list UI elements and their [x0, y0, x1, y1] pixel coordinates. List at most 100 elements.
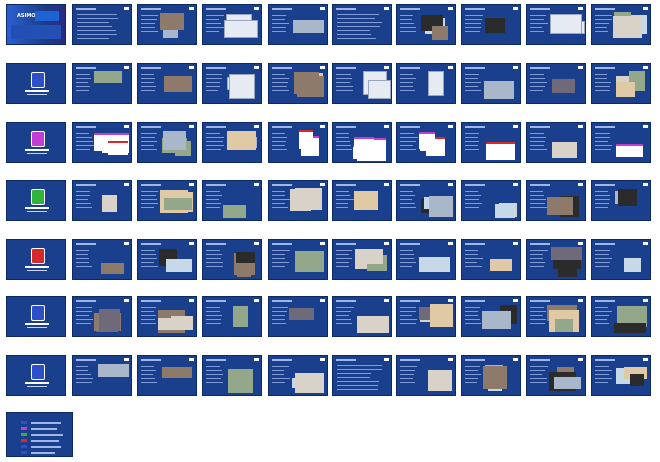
slide-thumbnail[interactable]: [591, 122, 651, 163]
slide-thumbnail[interactable]: [137, 4, 197, 45]
slide-logo-image: [354, 137, 374, 158]
slide-text-line: [76, 78, 91, 79]
slide-thumbnail[interactable]: [268, 180, 328, 221]
slide-photo: [102, 195, 117, 212]
slide-thumbnail[interactable]: [268, 296, 328, 337]
slide-thumbnail[interactable]: [137, 63, 197, 104]
slide-text-line: [400, 141, 416, 142]
slide-cover[interactable]: ASIMO: [6, 4, 66, 45]
slide-thumbnail[interactable]: [526, 122, 586, 163]
slide-thumbnail[interactable]: [526, 63, 586, 104]
section-slide-3[interactable]: [6, 180, 66, 221]
slide-thumbnail[interactable]: [591, 4, 651, 45]
slide-thumbnail[interactable]: [137, 180, 197, 221]
slide-text-line: [272, 254, 285, 255]
section-icon: [31, 72, 45, 88]
slide-thumbnail[interactable]: [461, 4, 521, 45]
slide-thumbnail[interactable]: [396, 180, 456, 221]
slide-thumbnail[interactable]: [332, 122, 392, 163]
slide-thumbnail[interactable]: [396, 239, 456, 280]
slide-thumbnail[interactable]: [396, 4, 456, 45]
slide-text-line: [272, 141, 286, 142]
slide-text-line: [465, 374, 481, 375]
slide-thumbnail[interactable]: [591, 239, 651, 280]
slide-corner-logo: [643, 125, 648, 128]
slide-thumbnail[interactable]: [396, 122, 456, 163]
slide-thumbnail[interactable]: [526, 239, 586, 280]
slide-text-line: [272, 366, 289, 367]
slide-thumbnail[interactable]: [268, 355, 328, 396]
index-slide[interactable]: [6, 412, 73, 457]
slide-thumbnail[interactable]: [202, 63, 262, 104]
slide-thumbnail[interactable]: [72, 355, 132, 396]
slide-thumbnail[interactable]: [591, 296, 651, 337]
slide-photo: [613, 16, 642, 38]
slide-title-line: [141, 243, 161, 245]
slide-photo: [554, 377, 581, 389]
slide-thumbnail[interactable]: [202, 122, 262, 163]
slide-title-line: [530, 126, 550, 128]
slide-thumbnail[interactable]: [268, 63, 328, 104]
slide-thumbnail[interactable]: [202, 239, 262, 280]
slide-thumbnail[interactable]: [137, 239, 197, 280]
slide-thumbnail[interactable]: [72, 296, 132, 337]
slide-thumbnail[interactable]: [591, 355, 651, 396]
slide-thumbnail[interactable]: [72, 122, 132, 163]
slide-title-line: [206, 243, 226, 245]
slide-thumbnail[interactable]: [396, 63, 456, 104]
slide-thumbnail[interactable]: [461, 355, 521, 396]
slide-thumbnail[interactable]: [526, 355, 586, 396]
slide-thumbnail[interactable]: [461, 63, 521, 104]
slide-thumbnail[interactable]: [72, 239, 132, 280]
slide-text-line: [465, 382, 477, 383]
slide-title-line: [400, 300, 420, 302]
section-slide-4[interactable]: [6, 239, 66, 280]
slide-text-line: [400, 266, 412, 267]
slide-thumbnail[interactable]: [461, 296, 521, 337]
slide-thumbnail[interactable]: [72, 63, 132, 104]
slide-thumbnail[interactable]: [526, 180, 586, 221]
slide-thumbnail[interactable]: [332, 4, 392, 45]
slide-thumbnail[interactable]: [137, 296, 197, 337]
slide-text-line: [272, 266, 285, 267]
section-slide-5[interactable]: [6, 296, 66, 337]
slide-thumbnail[interactable]: [332, 239, 392, 280]
slide-text-line: [76, 149, 90, 150]
slide-thumbnail[interactable]: [268, 4, 328, 45]
slide-text-line: [272, 15, 286, 16]
slide-thumbnail[interactable]: [332, 296, 392, 337]
slide-thumbnail[interactable]: [202, 180, 262, 221]
slide-thumbnail[interactable]: [461, 122, 521, 163]
slide-thumbnail[interactable]: [461, 239, 521, 280]
slide-text-line: [400, 74, 413, 75]
slide-thumbnail[interactable]: [268, 122, 328, 163]
slide-thumbnail[interactable]: [202, 355, 262, 396]
slide-thumbnail[interactable]: [526, 4, 586, 45]
slide-text-line: [141, 23, 155, 24]
slide-text-line: [336, 307, 354, 308]
slide-thumbnail[interactable]: [202, 4, 262, 45]
section-slide-1[interactable]: [6, 63, 66, 104]
slide-thumbnail[interactable]: [72, 4, 132, 45]
slide-thumbnail[interactable]: [396, 355, 456, 396]
slide-thumbnail[interactable]: [591, 180, 651, 221]
section-slide-2[interactable]: [6, 122, 66, 163]
slide-thumbnail[interactable]: [202, 296, 262, 337]
slide-thumbnail[interactable]: [72, 180, 132, 221]
slide-text-line: [465, 133, 479, 134]
slide-text-line: [530, 74, 544, 75]
slide-thumbnail[interactable]: [137, 355, 197, 396]
slide-thumbnail[interactable]: [137, 122, 197, 163]
slide-photo: [163, 131, 186, 150]
slide-thumbnail[interactable]: [332, 63, 392, 104]
slide-thumbnail[interactable]: [526, 296, 586, 337]
slide-thumbnail[interactable]: [268, 239, 328, 280]
section-slide-6[interactable]: [6, 355, 66, 396]
slide-thumbnail[interactable]: [396, 296, 456, 337]
slide-thumbnail[interactable]: [591, 63, 651, 104]
slide-thumbnail[interactable]: [332, 355, 392, 396]
slide-photo: [295, 188, 322, 210]
slide-thumbnail[interactable]: [461, 180, 521, 221]
slide-text-line: [77, 34, 117, 35]
slide-thumbnail[interactable]: [332, 180, 392, 221]
